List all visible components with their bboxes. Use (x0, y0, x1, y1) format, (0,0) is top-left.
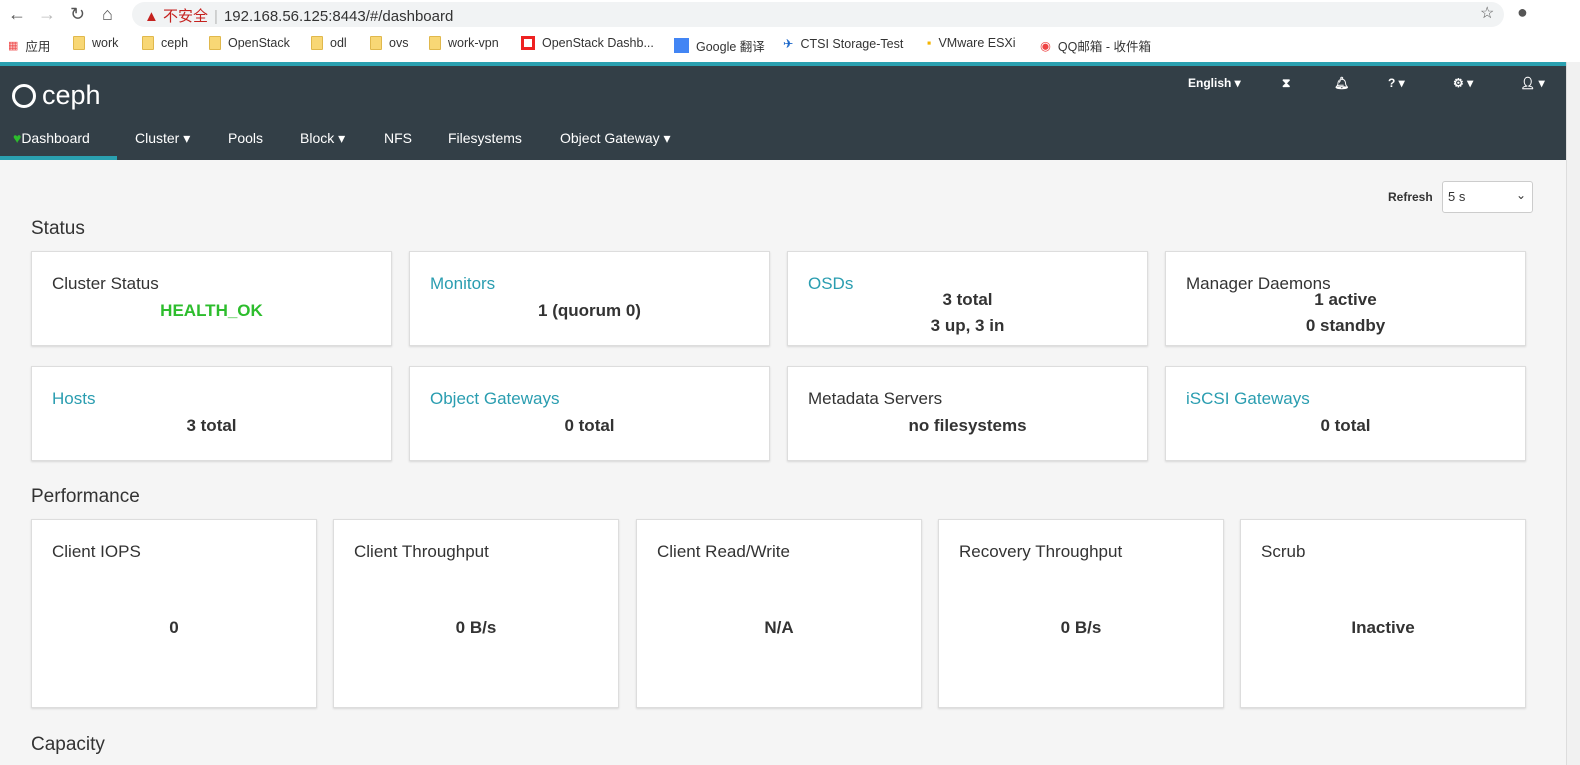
bookmark-apps[interactable]: ▦ 应用 (8, 36, 50, 55)
refresh-select[interactable]: 5 s ⌄ (1442, 181, 1533, 213)
vmware-icon: ▪ (927, 36, 932, 50)
status-heading: Status (31, 218, 85, 239)
gear-icon[interactable]: ⚙ ▾ (1453, 76, 1473, 90)
status-card: Manager Daemons 1 active 0 standby (1165, 251, 1526, 346)
nav-pools[interactable]: Pools (228, 130, 263, 146)
bookmark-star-icon[interactable]: ☆ (1480, 3, 1494, 23)
card-title[interactable]: Hosts (52, 389, 95, 409)
card-value: 1 active (1314, 290, 1377, 309)
refresh-label: Refresh (1388, 190, 1433, 204)
profile-icon[interactable]: ● (1517, 2, 1528, 23)
performance-card: Client Read/Write N/A (636, 519, 922, 708)
bookmark[interactable]: OpenStack Dashb... (521, 36, 654, 50)
card-value: 3 total (942, 290, 993, 309)
card-value: Inactive (1351, 618, 1415, 637)
card-value: 0 total (1320, 416, 1371, 435)
navbar: ceph English ▾ ⧗ 🔔︎ ? ▾ ⚙ ▾ 👤︎ ▾ ♥Dashbo… (0, 66, 1566, 160)
bookmark[interactable]: ✈ CTSI Storage-Test (783, 36, 903, 52)
hourglass-icon[interactable]: ⧗ (1282, 76, 1290, 91)
card-value: 0 B/s (455, 618, 497, 637)
card-title: Metadata Servers (808, 389, 943, 408)
help-icon[interactable]: ? ▾ (1388, 76, 1405, 90)
status-card: iSCSI Gateways 0 total (1165, 366, 1526, 461)
bell-icon[interactable]: 🔔︎ (1334, 76, 1349, 90)
bookmark[interactable]: ceph (142, 36, 188, 50)
nav-dashboard[interactable]: ♥Dashboard (13, 130, 90, 146)
status-card: Object Gateways 0 total (409, 366, 770, 461)
user-icon[interactable]: 👤︎ ▾ (1520, 76, 1545, 90)
status-card: Monitors 1 (quorum 0) (409, 251, 770, 346)
performance-heading: Performance (31, 486, 140, 507)
card-value: 0 B/s (1060, 618, 1102, 637)
card-title: Scrub (1261, 542, 1306, 561)
bookmark[interactable]: Google 翻译 (674, 36, 765, 55)
back-icon[interactable]: ← (8, 4, 26, 25)
folder-icon (142, 36, 154, 50)
browser-chrome: ← → ↻ ⌂ ▲ 不安全 | 192.168.56.125:8443/#/dash… (0, 0, 1580, 62)
bookmark[interactable]: ▪ VMware ESXi (927, 36, 1016, 50)
card-title[interactable]: Object Gateways (430, 389, 559, 409)
nav-block[interactable]: Block ▾ (300, 130, 345, 147)
nav-cluster[interactable]: Cluster ▾ (135, 130, 190, 147)
ceph-logo-icon (12, 83, 36, 108)
card-title: Client IOPS (52, 542, 141, 561)
folder-icon (429, 36, 441, 50)
card-value: 3 up, 3 in (930, 316, 1005, 335)
warning-icon: ▲ (144, 8, 164, 25)
language-dropdown[interactable]: English ▾ (1188, 76, 1241, 90)
card-value: 3 total (186, 416, 237, 435)
folder-icon (73, 36, 85, 50)
nav-nfs[interactable]: NFS (384, 130, 412, 146)
performance-card: Recovery Throughput 0 B/s (938, 519, 1224, 708)
bookmark[interactable]: work (73, 36, 118, 50)
status-card: Metadata Servers no filesystems (787, 366, 1148, 461)
card-title[interactable]: Monitors (430, 274, 495, 294)
folder-icon (209, 36, 221, 50)
performance-card: Client Throughput 0 B/s (333, 519, 619, 708)
folder-icon (311, 36, 323, 50)
ceph-logo[interactable]: ceph (12, 80, 101, 111)
status-card: Cluster Status HEALTH_OK (31, 251, 392, 346)
ctsi-icon: ✈ (783, 37, 794, 51)
card-value: N/A (764, 618, 794, 637)
card-title: Cluster Status (52, 274, 159, 293)
card-value: no filesystems (908, 416, 1027, 435)
insecure-label: 不安全 (163, 8, 209, 25)
performance-card: Client IOPS 0 (31, 519, 317, 708)
performance-card: Scrub Inactive (1240, 519, 1526, 708)
card-title: Client Read/Write (657, 542, 790, 561)
capacity-heading: Capacity (31, 734, 105, 755)
bookmark[interactable]: OpenStack (209, 36, 290, 50)
card-value: 0 total (564, 416, 615, 435)
card-title: Client Throughput (354, 542, 489, 561)
nav-object-gateway[interactable]: Object Gateway ▾ (560, 130, 671, 147)
qqmail-icon: ◉ (1040, 39, 1051, 53)
active-tab-indicator (0, 156, 117, 160)
url-text: 192.168.56.125:8443/#/dashboard (223, 8, 454, 25)
bookmark[interactable]: ◉ QQ邮箱 - 收件箱 (1040, 36, 1151, 55)
bookmark[interactable]: work-vpn (429, 36, 499, 50)
google-translate-icon (674, 38, 689, 53)
home-icon[interactable]: ⌂ (102, 4, 113, 25)
card-title: Recovery Throughput (959, 542, 1123, 561)
folder-icon (370, 36, 382, 50)
status-card: OSDs 3 total 3 up, 3 in (787, 251, 1148, 346)
address-bar[interactable]: ▲ 不安全 | 192.168.56.125:8443/#/dashboard (132, 2, 1504, 27)
card-value: 1 (quorum 0) (538, 301, 641, 320)
openstack-icon (521, 36, 535, 50)
bookmark[interactable]: ovs (370, 36, 408, 50)
status-card: Hosts 3 total (31, 366, 392, 461)
bookmark[interactable]: odl (311, 36, 347, 50)
card-value: HEALTH_OK (160, 301, 263, 320)
reload-icon[interactable]: ↻ (70, 4, 85, 25)
nav-filesystems[interactable]: Filesystems (448, 130, 522, 146)
scrollbar[interactable] (1566, 62, 1580, 765)
card-value: 0 standby (1305, 316, 1386, 335)
forward-icon[interactable]: → (38, 4, 56, 25)
card-value: 0 (169, 618, 179, 637)
chevron-down-icon: ⌄ (1515, 188, 1526, 202)
card-title[interactable]: iSCSI Gateways (1186, 389, 1310, 409)
apps-icon: ▦ (8, 40, 19, 52)
